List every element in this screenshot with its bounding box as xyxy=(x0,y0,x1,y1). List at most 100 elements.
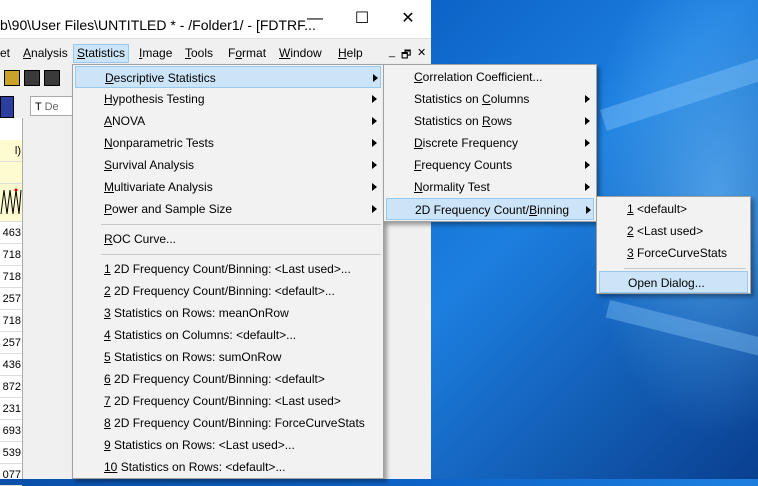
menu-item-normality-test[interactable]: Normality Test xyxy=(386,176,594,198)
menu-item-label: Normality Test xyxy=(414,180,490,194)
worksheet-cell[interactable]: 077 xyxy=(0,464,22,486)
menu-format[interactable]: Format xyxy=(228,45,266,62)
menu-item-anova[interactable]: ANOVA xyxy=(75,110,381,132)
worksheet-cell[interactable] xyxy=(0,162,22,184)
menu-item-discrete-frequency[interactable]: Discrete Frequency xyxy=(386,132,594,154)
menu-help[interactable]: Help xyxy=(338,45,363,62)
toolbar: T De xyxy=(0,64,80,118)
mdi-minimize-button[interactable]: _ xyxy=(389,46,395,58)
submenu-arrow-icon xyxy=(373,74,378,82)
recent-item[interactable]: 2 2D Frequency Count/Binning: <default>.… xyxy=(75,280,381,302)
binning-recent-item[interactable]: 3 ForceCurveStats xyxy=(599,242,748,264)
menu-item-label: Nonparametric Tests xyxy=(104,136,214,150)
save-icon[interactable] xyxy=(24,70,40,86)
submenu-arrow-icon xyxy=(585,95,590,103)
menu-item-statistics-on-columns[interactable]: Statistics on Columns xyxy=(386,88,594,110)
menu-item-multivariate-analysis[interactable]: Multivariate Analysis xyxy=(75,176,381,198)
submenu-arrow-icon xyxy=(585,139,590,147)
submenu-arrow-icon xyxy=(372,161,377,169)
minimize-button[interactable]: — xyxy=(292,0,338,38)
menu-item-roc-curve[interactable]: ROC Curve... xyxy=(75,228,381,250)
worksheet-cell[interactable]: 539 xyxy=(0,442,22,464)
sparkline-icon xyxy=(0,188,22,215)
menu-edit[interactable]: et xyxy=(0,45,10,62)
menu-item-label: 6 2D Frequency Count/Binning: <default> xyxy=(104,372,325,386)
menu-item-correlation-coefficient[interactable]: Correlation Coefficient... xyxy=(386,66,594,88)
menu-item-frequency-counts[interactable]: Frequency Counts xyxy=(386,154,594,176)
statistics-menu: Descriptive Statistics Hypothesis Testin… xyxy=(72,64,384,479)
menu-separator xyxy=(101,224,381,225)
mdi-close-button[interactable]: ✕ xyxy=(417,46,426,59)
recent-item[interactable]: 5 Statistics on Rows: sumOnRow xyxy=(75,346,381,368)
submenu-arrow-icon xyxy=(372,139,377,147)
mdi-restore-button[interactable]: 🗗 xyxy=(401,46,411,65)
worksheet-cell[interactable]: 718 xyxy=(0,266,22,288)
menu-item-label: 3 ForceCurveStats xyxy=(627,246,728,260)
menu-item-power-and-sample-size[interactable]: Power and Sample Size xyxy=(75,198,381,220)
worksheet-cell[interactable]: 257 xyxy=(0,332,22,354)
menu-item-2d-frequency-count-binning[interactable]: 2D Frequency Count/Binning xyxy=(386,198,594,220)
menu-window[interactable]: Window xyxy=(279,45,322,62)
title-bar: b\90\User Files\UNTITLED * - /Folder1/ -… xyxy=(0,0,431,39)
worksheet-cell[interactable]: l) xyxy=(0,140,22,162)
menu-item-nonparametric-tests[interactable]: Nonparametric Tests xyxy=(75,132,381,154)
open-dialog-menu-item[interactable]: Open Dialog... xyxy=(599,271,748,293)
toolbar-button[interactable] xyxy=(0,96,14,118)
worksheet-cell[interactable]: 693 xyxy=(0,420,22,442)
menu-item-hypothesis-testing[interactable]: Hypothesis Testing xyxy=(75,88,381,110)
menu-separator xyxy=(624,268,746,269)
menu-item-label: 7 2D Frequency Count/Binning: <Last used… xyxy=(104,394,341,408)
recent-item[interactable]: 3 Statistics on Rows: meanOnRow xyxy=(75,302,381,324)
menu-item-statistics-on-rows[interactable]: Statistics on Rows xyxy=(386,110,594,132)
worksheet-cell[interactable]: 257 xyxy=(0,288,22,310)
save-all-icon[interactable] xyxy=(44,70,60,86)
submenu-arrow-icon xyxy=(372,205,377,213)
menu-analysis[interactable]: Analysis xyxy=(23,45,68,62)
recent-item[interactable]: 1 2D Frequency Count/Binning: <Last used… xyxy=(75,258,381,280)
menu-item-label: 10 Statistics on Rows: <default>... xyxy=(104,460,286,474)
menu-statistics[interactable]: Statistics xyxy=(73,44,130,63)
menu-item-survival-analysis[interactable]: Survival Analysis xyxy=(75,154,381,176)
recent-item[interactable]: 7 2D Frequency Count/Binning: <Last used… xyxy=(75,390,381,412)
menu-item-label: Open Dialog... xyxy=(628,276,705,290)
menu-item-label: ROC Curve... xyxy=(104,232,177,246)
recent-item[interactable]: 9 Statistics on Rows: <Last used>... xyxy=(75,434,381,456)
menu-item-label: Correlation Coefficient... xyxy=(414,70,543,84)
menu-item-label: 1 2D Frequency Count/Binning: <Last used… xyxy=(104,262,351,276)
submenu-arrow-icon xyxy=(585,183,590,191)
recent-item[interactable]: 8 2D Frequency Count/Binning: ForceCurve… xyxy=(75,412,381,434)
close-button[interactable]: ✕ xyxy=(385,0,431,38)
submenu-arrow-icon xyxy=(586,206,591,214)
menu-item-label: Frequency Counts xyxy=(414,158,513,172)
submenu-arrow-icon xyxy=(372,183,377,191)
menu-tools[interactable]: Tools xyxy=(185,45,213,62)
menu-item-label: 1 <default> xyxy=(627,202,688,216)
worksheet-cell[interactable]: 436 xyxy=(0,354,22,376)
binning-recent-item[interactable]: 1 <default> xyxy=(599,198,748,220)
worksheet-cell[interactable]: 231 xyxy=(0,398,22,420)
menu-separator xyxy=(101,254,381,255)
menu-image[interactable]: Image xyxy=(139,45,172,62)
submenu-arrow-icon xyxy=(372,117,377,125)
font-select-value: De xyxy=(44,101,59,113)
worksheet-cell[interactable]: 718 xyxy=(0,310,22,332)
worksheet-cell[interactable]: 463 xyxy=(0,222,22,244)
maximize-button[interactable]: ☐ xyxy=(339,0,385,38)
sparkline-cell[interactable] xyxy=(0,184,22,222)
submenu-arrow-icon xyxy=(585,161,590,169)
menu-item-label: Statistics on Rows xyxy=(414,114,513,128)
worksheet-cell[interactable]: 872 xyxy=(0,376,22,398)
menu-item-label: Multivariate Analysis xyxy=(104,180,213,194)
open-folder-icon[interactable] xyxy=(4,70,20,86)
recent-item[interactable]: 6 2D Frequency Count/Binning: <default> xyxy=(75,368,381,390)
recent-item[interactable]: 4 Statistics on Columns: <default>... xyxy=(75,324,381,346)
menu-item-label: 9 Statistics on Rows: <Last used>... xyxy=(104,438,295,452)
submenu-arrow-icon xyxy=(372,95,377,103)
menu-item-label: Discrete Frequency xyxy=(414,136,519,150)
binning-recent-item[interactable]: 2 <Last used> xyxy=(599,220,748,242)
recent-item[interactable]: 10 Statistics on Rows: <default>... xyxy=(75,456,381,478)
menu-bar: et Analysis Statistics Image Tools Forma… xyxy=(0,43,431,63)
worksheet-cell[interactable]: 718 xyxy=(0,244,22,266)
menu-item-label: Survival Analysis xyxy=(104,158,195,172)
menu-item-descriptive-statistics[interactable]: Descriptive Statistics xyxy=(75,66,381,88)
